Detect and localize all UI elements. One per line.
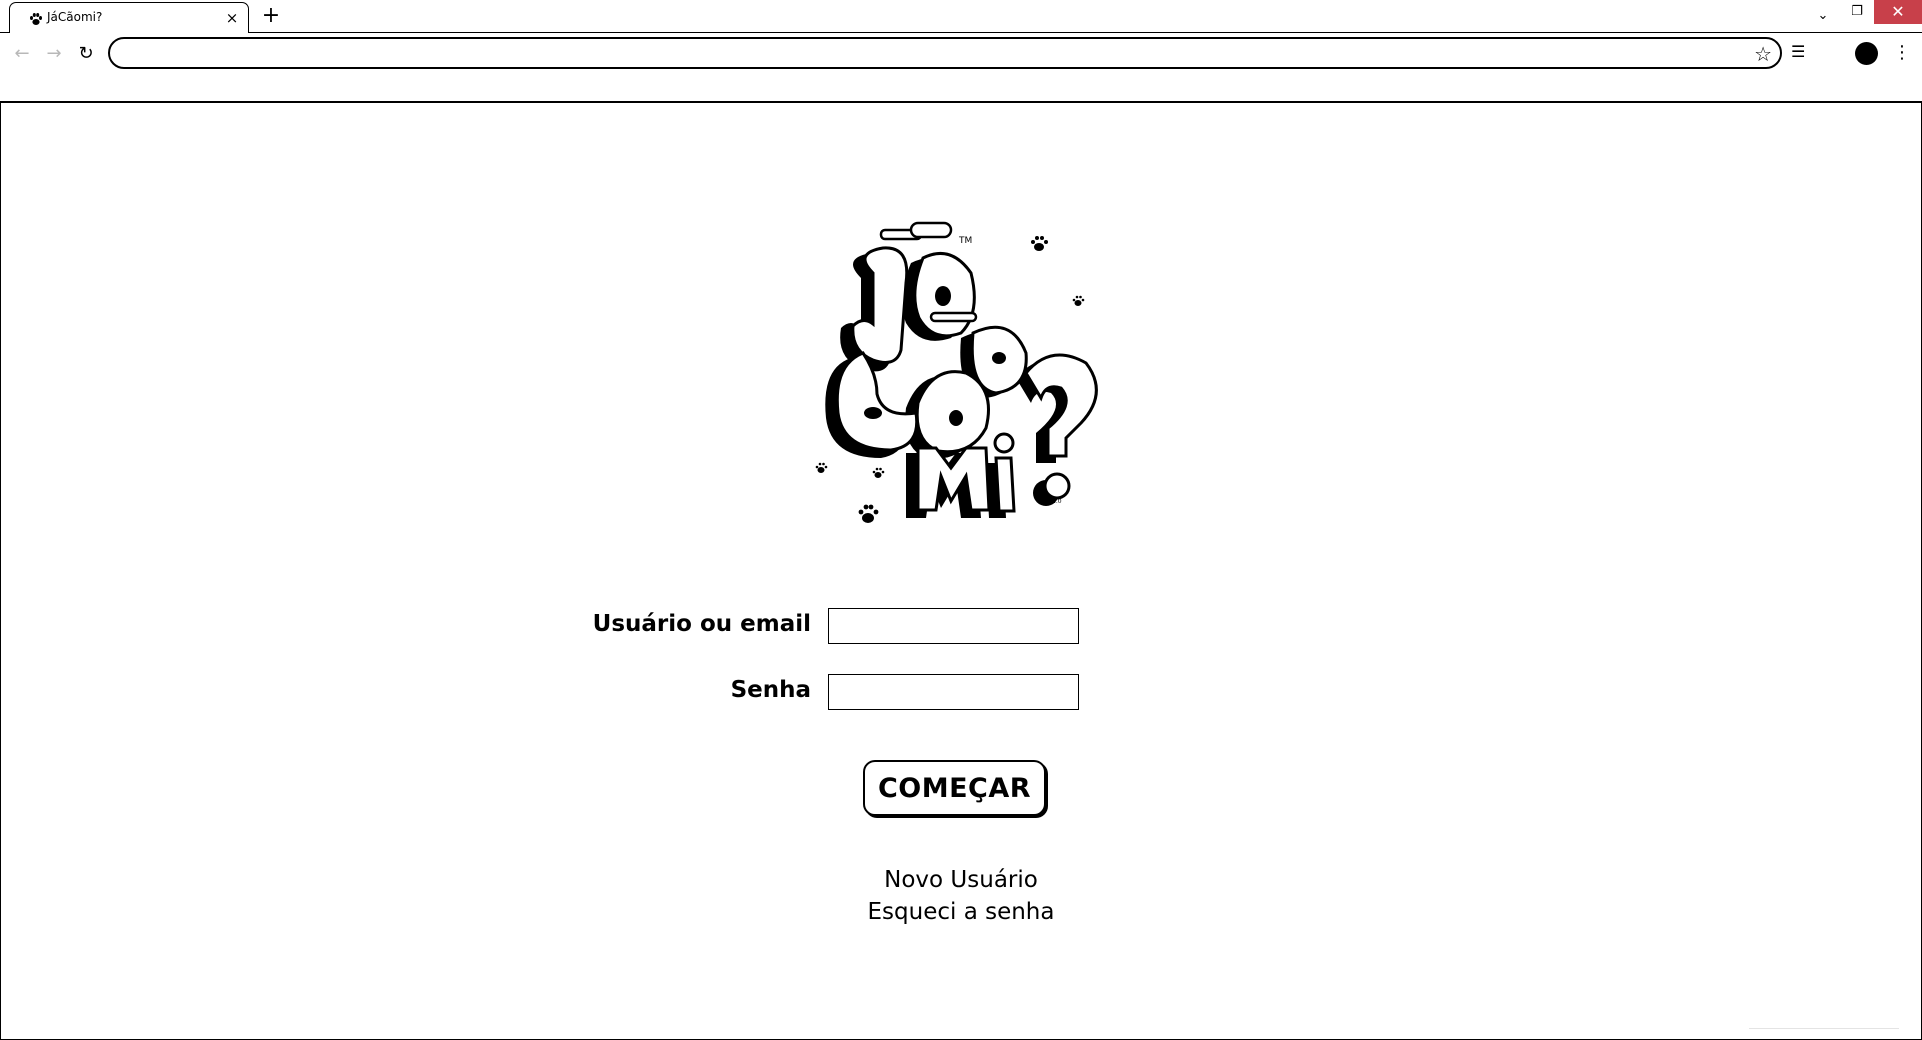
new-tab-button[interactable]: +	[260, 5, 282, 27]
password-label: Senha	[730, 677, 811, 703]
browser-menu-icon[interactable]: ⋮	[1893, 41, 1911, 65]
close-tab-icon[interactable]: ×	[224, 10, 240, 26]
jacaomi-logo: TM V 1.0	[815, 221, 1098, 523]
forgot-password-link[interactable]: Esqueci a senha	[0, 899, 1922, 925]
new-user-link[interactable]: Novo Usuário	[0, 867, 1922, 893]
address-bar[interactable]: ☆	[108, 37, 1782, 69]
bookmark-star-icon[interactable]: ☆	[1754, 42, 1772, 66]
restore-window-icon[interactable]: ❐	[1845, 0, 1869, 24]
profile-avatar[interactable]	[1855, 42, 1878, 65]
page-viewport: TM V 1.0 Usuário ou email Senha COMEÇAR …	[0, 103, 1922, 1040]
username-label: Usuário ou email	[592, 611, 811, 637]
username-input[interactable]	[828, 608, 1079, 644]
forward-arrow-icon[interactable]: →	[42, 42, 66, 66]
password-input[interactable]	[828, 674, 1079, 710]
tab-title: JáCãomi?	[47, 10, 103, 24]
tab-search-chevron-icon[interactable]: ⌄	[1812, 4, 1834, 28]
back-arrow-icon[interactable]: ←	[10, 42, 34, 66]
logo-version: V 1.0	[1046, 498, 1062, 505]
tab-bar: JáCãomi? × + ⌄ ❐ ✕	[0, 0, 1922, 33]
paw-icon	[30, 13, 42, 25]
logo-trademark: TM	[958, 236, 972, 246]
footer-divider	[1749, 1028, 1899, 1029]
start-button[interactable]: COMEÇAR	[863, 760, 1046, 816]
browser-tab-active[interactable]: JáCãomi? ×	[9, 2, 249, 33]
close-window-button[interactable]: ✕	[1874, 0, 1922, 24]
reload-icon[interactable]: ↻	[74, 42, 98, 66]
reading-list-icon[interactable]: ☰	[1791, 42, 1805, 62]
browser-toolbar: ← → ↻ ☆ ☰ ⋮	[0, 33, 1922, 102]
